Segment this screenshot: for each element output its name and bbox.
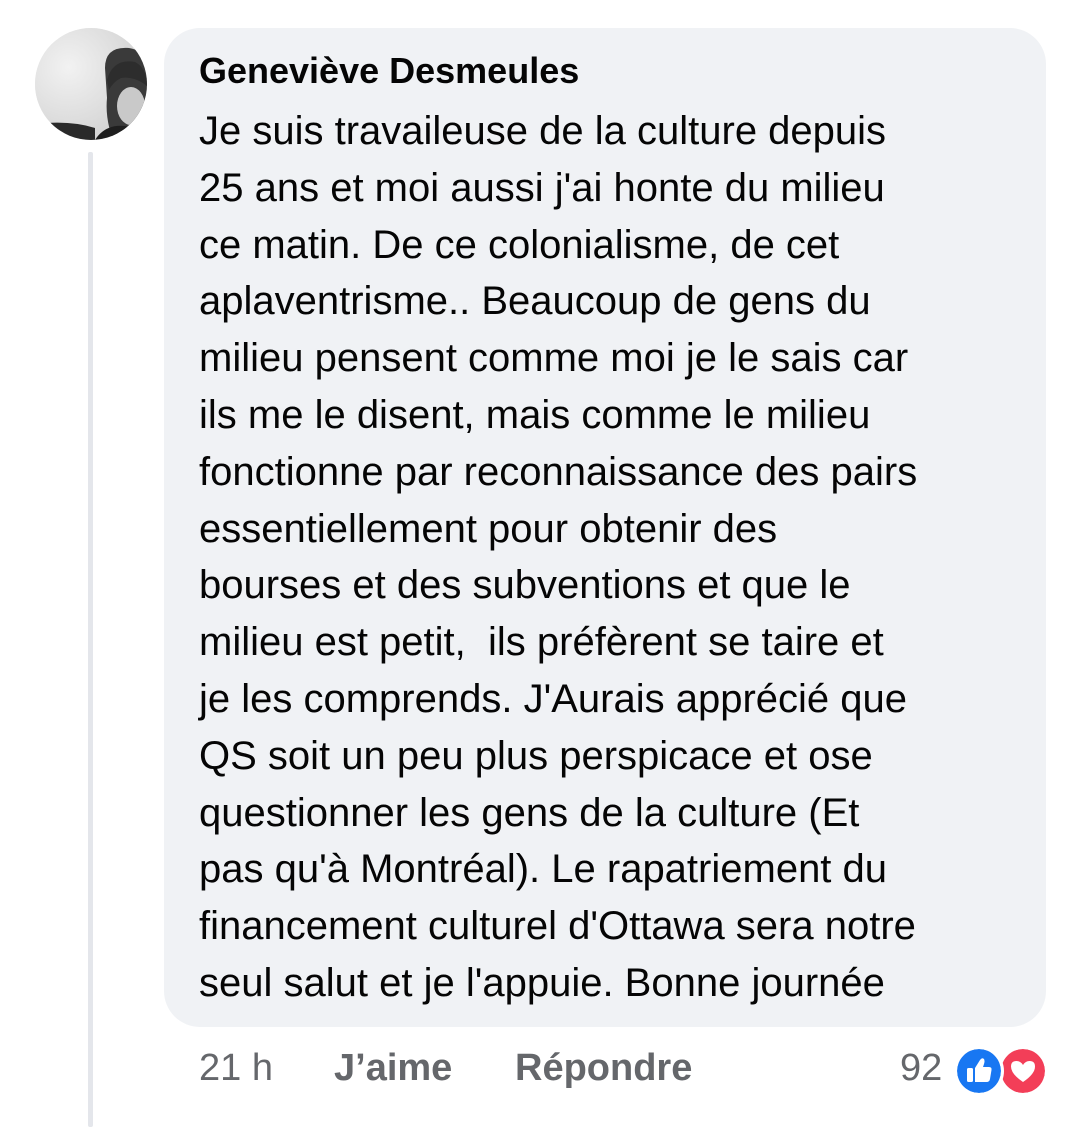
reactions-summary[interactable] [954,1044,1048,1096]
reaction-count[interactable]: 92 [900,1044,942,1092]
thread-line [88,152,93,1127]
comment-text-line: pas qu'à Montréal). Le rapatriement du [199,847,888,892]
comment-text-line: aplaventrisme.. Beaucoup de gens du [199,279,871,324]
comment-text-line: Je suis travaileuse de la culture depuis [199,109,887,153]
comment-text: Je suis travaileuse de la culture depuis… [199,103,1039,1012]
reply-button[interactable]: Répondre [515,1044,692,1092]
comment-text-line: ils me le disent, mais comme le milieu [199,392,871,437]
comment-text-line: financement culturel d'Ottawa sera notre [199,904,916,949]
comment-text-line: QS soit un peu plus perspicace et ose [199,733,873,778]
comment-text-line: questionner les gens de la culture (Et [199,790,860,835]
comment-text-line: 25 ans et moi aussi j'ai honte du milieu [199,165,885,210]
comment-text-line: bourses et des subventions et que le [199,563,851,608]
comment-text-line: ce matin. De ce colonialisme, de cet [199,222,840,267]
comment-bubble: Geneviève Desmeules Je suis travaileuse … [164,28,1046,1027]
comment-text-line: essentiellement pour obtenir des [199,506,778,551]
comment-author[interactable]: Geneviève Desmeules [199,50,579,92]
love-icon [998,1046,1048,1096]
comment-text-line: milieu est petit, ils préfèrent se taire… [199,620,884,665]
comment-text-line: milieu pensent comme moi je le sais car [199,336,909,381]
comment-text-line: fonctionne par reconnaissance des pairs [199,449,918,494]
like-icon [954,1046,1004,1096]
comment-text-line: je les comprends. J'Aurais apprécié que [199,676,908,721]
avatar-photo [35,28,147,140]
comment-text-line: seul salut et je l'appuie. Bonne journée [199,960,885,1005]
like-button[interactable]: J’aime [334,1044,452,1092]
avatar[interactable] [35,28,147,140]
comment-timestamp[interactable]: 21 h [199,1044,273,1092]
